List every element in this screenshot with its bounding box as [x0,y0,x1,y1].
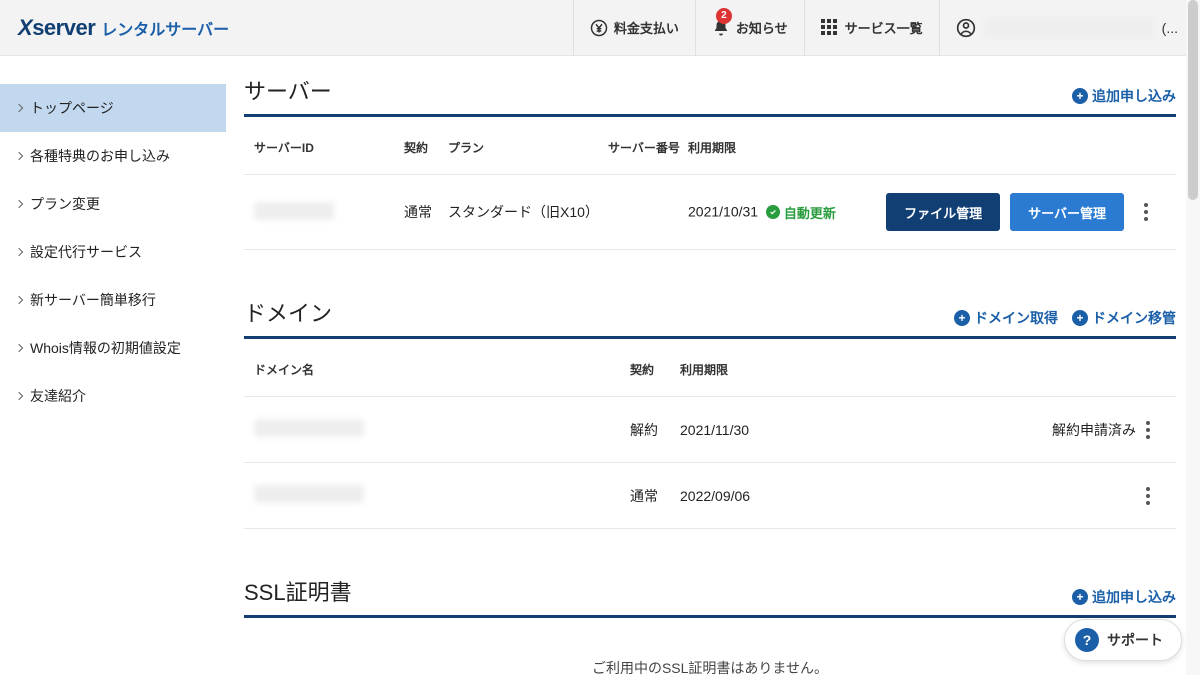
ssl-add-action[interactable]: +追加申し込み [1072,587,1176,607]
sidebar-item-referral[interactable]: 友達紹介 [0,372,226,420]
account-name-masked [984,18,1154,38]
plus-icon: + [1072,589,1088,605]
plus-icon: + [1072,310,1088,326]
domain-row-menu[interactable] [1136,483,1160,509]
domain-title: ドメイン [244,296,332,328]
sidebar-item-benefits[interactable]: 各種特典のお申し込み [0,132,226,180]
ssl-title: SSL証明書 [244,575,352,607]
domain-get-action[interactable]: +ドメイン取得 [954,308,1058,328]
server-section: サーバー +追加申し込み サーバーID 契約 プラン サーバー番号 利用期限 通… [244,74,1176,250]
check-icon [766,205,780,219]
account-menu[interactable]: (... [939,0,1188,56]
server-id-masked [254,202,334,220]
domain-table-header: ドメイン名 契約 利用期限 [244,343,1176,397]
sidebar-item-top[interactable]: トップページ [0,84,226,132]
chevron-right-icon [15,296,23,304]
auto-renew-status: 自動更新 [766,203,836,222]
chevron-right-icon [15,392,23,400]
user-icon [956,18,976,38]
domain-section: ドメイン +ドメイン取得 +ドメイン移管 ドメイン名 契約 利用期限 解約 [244,296,1176,529]
account-trail: (... [1162,20,1178,36]
support-fab[interactable]: ? サポート [1064,619,1182,661]
nav-payment[interactable]: 料金支払い [573,0,695,56]
chevron-right-icon [15,104,23,112]
domain-status: 解約申請済み [960,420,1136,440]
question-icon: ? [1075,628,1099,652]
domain-table-row: 通常 2022/09/06 [244,463,1176,529]
server-title: サーバー [244,74,332,106]
sidebar-item-plan[interactable]: プラン変更 [0,180,226,228]
plus-icon: + [954,310,970,326]
domain-name-masked [254,485,364,503]
logo-subtitle: レンタルサーバー [101,16,229,40]
sidebar: トップページ 各種特典のお申し込み プラン変更 設定代行サービス 新サーバー簡単… [0,56,226,675]
sidebar-item-migration[interactable]: 新サーバー簡単移行 [0,276,226,324]
file-manage-button[interactable]: ファイル管理 [886,193,1000,231]
grid-icon [821,19,839,37]
nav-news[interactable]: 2 お知らせ [695,0,804,56]
chevron-right-icon [15,248,23,256]
domain-table-row: 解約 2021/11/30 解約申請済み [244,397,1176,463]
server-add-action[interactable]: +追加申し込み [1072,86,1176,106]
domain-row-menu[interactable] [1136,417,1160,443]
server-table-row: 通常 スタンダード（旧X10） 2021/10/31 自動更新 ファイル管理 サ… [244,175,1176,250]
logo[interactable]: Xserver レンタルサーバー [18,15,229,41]
chevron-right-icon [15,152,23,160]
chevron-right-icon [15,344,23,352]
domain-name-masked [254,419,364,437]
server-table-header: サーバーID 契約 プラン サーバー番号 利用期限 [244,121,1176,175]
sidebar-item-proxy[interactable]: 設定代行サービス [0,228,226,276]
logo-mark: Xserver [18,15,95,41]
yen-icon [590,19,608,37]
server-row-menu[interactable] [1134,199,1158,225]
chevron-right-icon [15,200,23,208]
nav-services[interactable]: サービス一覧 [804,0,939,56]
scrollbar-thumb[interactable] [1188,0,1198,200]
sidebar-item-whois[interactable]: Whois情報の初期値設定 [0,324,226,372]
ssl-section: SSL証明書 +追加申し込み ご利用中のSSL証明書はありません。 [244,575,1176,675]
news-badge: 2 [716,8,732,24]
scrollbar[interactable] [1186,0,1200,675]
plus-icon: + [1072,88,1088,104]
server-manage-button[interactable]: サーバー管理 [1010,193,1124,231]
domain-transfer-action[interactable]: +ドメイン移管 [1072,308,1176,328]
ssl-empty-message: ご利用中のSSL証明書はありません。 [244,622,1176,675]
